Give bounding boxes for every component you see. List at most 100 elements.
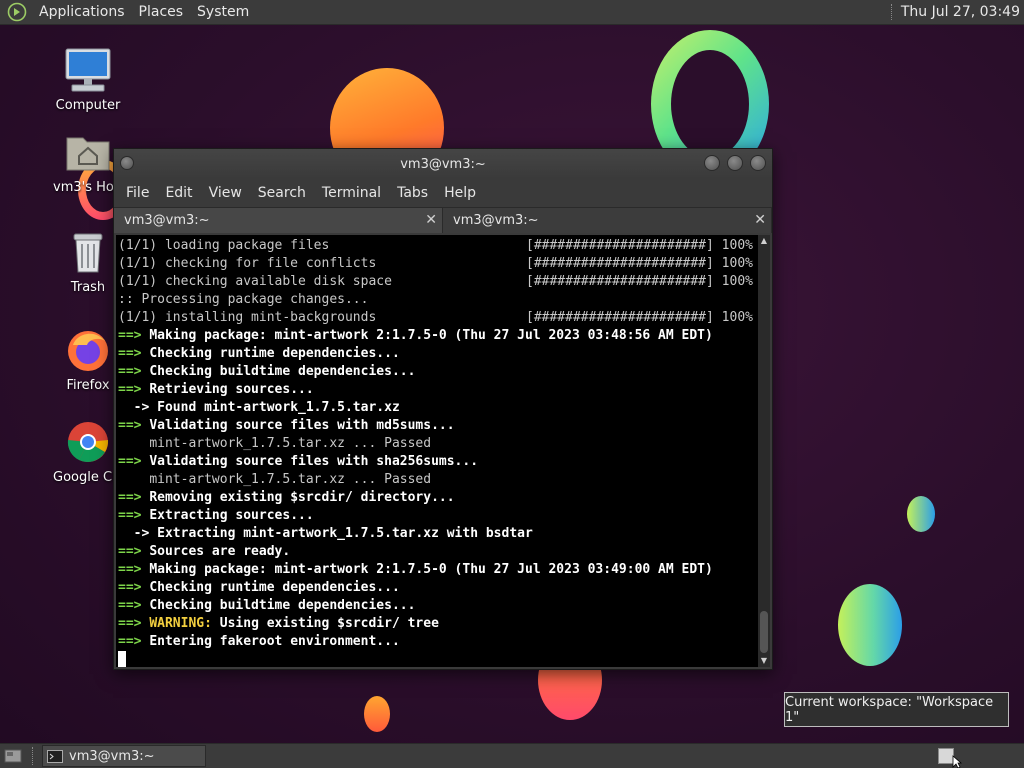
scrollbar-thumb[interactable]	[760, 611, 768, 653]
close-button[interactable]	[750, 155, 766, 171]
line-text: Extracting sources...	[149, 508, 314, 523]
menu-search[interactable]: Search	[250, 185, 314, 201]
terminal-line: ==> Sources are ready.	[118, 543, 758, 561]
menu-system[interactable]: System	[192, 4, 254, 20]
menu-tabs[interactable]: Tabs	[389, 185, 436, 201]
text-cursor	[118, 651, 126, 667]
tab-close-icon[interactable]: ✕	[754, 212, 766, 228]
maximize-button[interactable]	[727, 155, 743, 171]
line-text: Checking buildtime dependencies...	[149, 598, 416, 613]
terminal-line: ==> Validating source files with sha256s…	[118, 453, 758, 471]
sub-arrow-prefix: ->	[118, 400, 158, 415]
tab-1[interactable]: vm3@vm3:~ ✕	[114, 208, 443, 233]
arrow-prefix: ==>	[118, 346, 150, 361]
line-text: mint-artwork_1.7.5.tar.xz ... Passed	[149, 436, 432, 451]
line-text: Validating source files with md5sums...	[149, 418, 455, 433]
taskbar-button-terminal[interactable]: vm3@vm3:~	[42, 745, 206, 767]
progress-bar-text: [######################] 100%	[526, 274, 753, 289]
taskbar-button-label: vm3@vm3:~	[69, 748, 155, 764]
wallpaper-shape	[907, 496, 935, 532]
scroll-down-icon[interactable]: ▼	[758, 655, 770, 667]
terminal-tabbar: vm3@vm3:~ ✕ vm3@vm3:~ ✕	[114, 207, 772, 233]
scroll-up-icon[interactable]: ▲	[758, 235, 770, 247]
show-desktop-icon[interactable]	[2, 746, 24, 766]
firefox-icon	[64, 326, 112, 374]
desktop-icon-computer[interactable]: Computer	[48, 46, 128, 113]
wallpaper-shape	[364, 696, 390, 732]
arrow-prefix: ==>	[118, 616, 150, 631]
sub-arrow-prefix: ->	[118, 526, 158, 541]
line-text: Sources are ready.	[149, 544, 291, 559]
arrow-prefix: ==>	[118, 562, 150, 577]
terminal-line: ==> Retrieving sources...	[118, 381, 758, 399]
warning-label: WARNING:	[149, 616, 212, 631]
window-title: vm3@vm3:~	[400, 156, 486, 172]
menu-applications[interactable]: Applications	[34, 4, 130, 20]
line-text: Checking runtime dependencies...	[149, 580, 400, 595]
window-menu-button[interactable]	[120, 156, 134, 170]
terminal-line: ==> Making package: mint-artwork 2:1.7.5…	[118, 561, 758, 579]
menu-edit[interactable]: Edit	[157, 185, 200, 201]
arrow-prefix: ==>	[118, 382, 150, 397]
line-text: Found mint-artwork_1.7.5.tar.xz	[157, 400, 400, 415]
terminal-line: (1/1) installing mint-backgrounds [######…	[118, 309, 758, 327]
bottom-panel: vm3@vm3:~	[0, 743, 1024, 768]
arrow-prefix: ==>	[118, 580, 150, 595]
line-text: Retrieving sources...	[149, 382, 314, 397]
progress-bar-text: [######################] 100%	[526, 256, 753, 271]
terminal-line: ==> Extracting sources...	[118, 507, 758, 525]
tab-2[interactable]: vm3@vm3:~ ✕	[443, 208, 772, 233]
terminal-line: (1/1) checking available disk space [####…	[118, 273, 758, 291]
workspace-tooltip: Current workspace: "Workspace 1"	[784, 692, 1009, 727]
terminal-line: mint-artwork_1.7.5.tar.xz ... Passed	[118, 471, 758, 489]
line-text: (1/1) installing mint-backgrounds	[118, 310, 377, 325]
line-text: :: Processing package changes...	[118, 292, 369, 307]
line-text: Using existing $srcdir/ tree	[211, 616, 439, 631]
arrow-prefix: ==>	[118, 598, 150, 613]
terminal-menubar: File Edit View Search Terminal Tabs Help	[114, 179, 772, 207]
terminal-output[interactable]: (1/1) loading package files [############…	[116, 235, 758, 667]
trash-icon	[64, 228, 112, 276]
line-text: Removing existing $srcdir/ directory...	[149, 490, 455, 505]
terminal-line	[118, 651, 758, 667]
terminal-window: vm3@vm3:~ File Edit View Search Terminal…	[113, 148, 773, 670]
line-text: Making package: mint-artwork 2:1.7.5-0 (…	[149, 328, 713, 343]
arrow-prefix: ==>	[118, 544, 150, 559]
line-text: Extracting mint-artwork_1.7.5.tar.xz wit…	[157, 526, 533, 541]
terminal-icon	[47, 749, 63, 763]
line-text: Entering fakeroot environment...	[149, 634, 400, 649]
terminal-line: ==> Removing existing $srcdir/ directory…	[118, 489, 758, 507]
arrow-prefix: ==>	[118, 634, 150, 649]
terminal-line: -> Found mint-artwork_1.7.5.tar.xz	[118, 399, 758, 417]
menu-file[interactable]: File	[118, 185, 157, 201]
mint-menu-icon[interactable]	[6, 1, 28, 23]
menu-places[interactable]: Places	[134, 4, 189, 20]
home-folder-icon	[64, 128, 112, 176]
minimize-button[interactable]	[704, 155, 720, 171]
panel-separator	[32, 747, 34, 765]
terminal-line: (1/1) checking for file conflicts [######…	[118, 255, 758, 273]
terminal-line: ==> Validating source files with md5sums…	[118, 417, 758, 435]
line-text: mint-artwork_1.7.5.tar.xz ... Passed	[149, 472, 432, 487]
window-titlebar[interactable]: vm3@vm3:~	[114, 149, 772, 179]
tab-label: vm3@vm3:~	[124, 213, 210, 228]
terminal-line: mint-artwork_1.7.5.tar.xz ... Passed	[118, 435, 758, 453]
line-text: Checking runtime dependencies...	[149, 346, 400, 361]
arrow-prefix: ==>	[118, 490, 150, 505]
panel-clock[interactable]: Thu Jul 27, 03:49	[901, 4, 1024, 20]
terminal-line: ==> Checking runtime dependencies...	[118, 345, 758, 363]
menu-view[interactable]: View	[201, 185, 250, 201]
panel-separator	[890, 4, 893, 20]
line-text: Validating source files with sha256sums.…	[149, 454, 479, 469]
terminal-line: ==> Checking buildtime dependencies...	[118, 363, 758, 381]
arrow-prefix: ==>	[118, 364, 150, 379]
progress-bar-text: [######################] 100%	[526, 310, 753, 325]
desktop-icon-label: Firefox	[66, 378, 110, 393]
tab-close-icon[interactable]: ✕	[425, 212, 437, 228]
menu-terminal[interactable]: Terminal	[314, 185, 389, 201]
terminal-scrollbar[interactable]: ▲ ▼	[758, 235, 770, 667]
menu-help[interactable]: Help	[436, 185, 484, 201]
terminal-line: ==> Making package: mint-artwork 2:1.7.5…	[118, 327, 758, 345]
